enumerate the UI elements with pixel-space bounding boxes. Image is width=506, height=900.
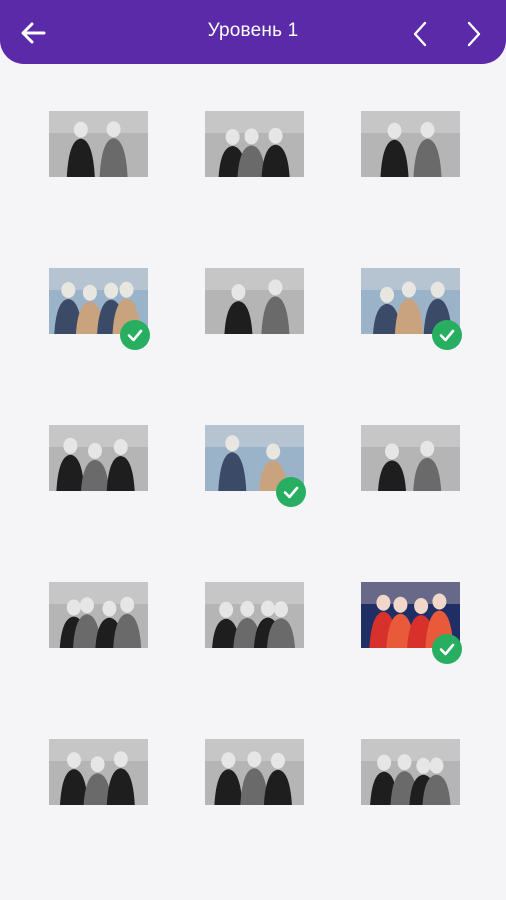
level-grid (0, 0, 506, 900)
level-tile[interactable] (205, 425, 306, 507)
level-tile[interactable] (361, 268, 462, 350)
tile-photo (361, 425, 460, 491)
level-tile[interactable] (205, 268, 304, 334)
checkmark-icon (432, 634, 462, 664)
tile-photo (49, 582, 148, 648)
level-tile[interactable] (49, 268, 150, 350)
tile-photo (49, 425, 148, 491)
tile-photo (361, 739, 460, 805)
level-tile[interactable] (361, 111, 460, 177)
level-tile[interactable] (361, 582, 462, 664)
checkmark-icon (276, 477, 306, 507)
tile-photo (49, 111, 148, 177)
level-tile[interactable] (205, 111, 304, 177)
level-tile[interactable] (49, 425, 148, 491)
tile-photo (205, 111, 304, 177)
level-tile[interactable] (205, 582, 304, 648)
checkmark-icon (120, 320, 150, 350)
level-tile[interactable] (49, 111, 148, 177)
level-tile[interactable] (49, 582, 148, 648)
tile-photo (205, 739, 304, 805)
level-tile[interactable] (205, 739, 304, 805)
tile-photo (205, 582, 304, 648)
tile-photo (205, 268, 304, 334)
level-tile[interactable] (361, 739, 460, 805)
level-tile[interactable] (361, 425, 460, 491)
tile-photo (361, 111, 460, 177)
checkmark-icon (432, 320, 462, 350)
tile-photo (49, 739, 148, 805)
level-tile[interactable] (49, 739, 148, 805)
